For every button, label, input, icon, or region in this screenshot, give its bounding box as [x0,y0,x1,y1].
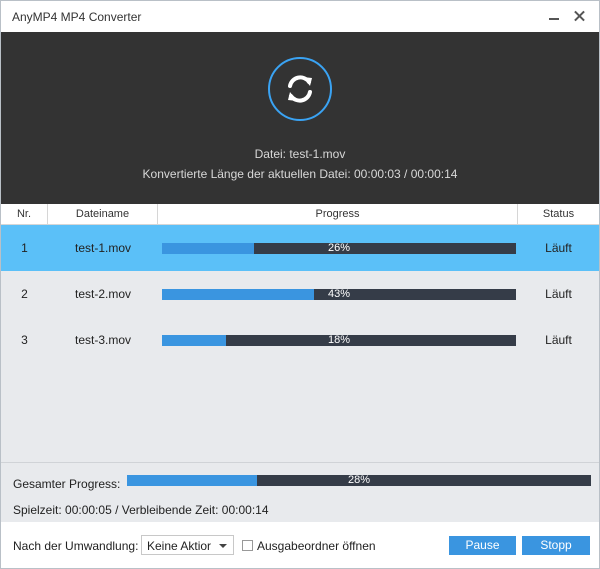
conversion-header: Datei: test-1.mov Konvertierte Länge der… [1,32,599,204]
open-folder-label[interactable]: Ausgabeordner öffnen [257,539,376,553]
row-filename: test-3.mov [74,333,131,347]
total-progress-text: 28% [347,474,371,486]
row-status: Läuft [545,287,572,301]
row-number: 3 [21,333,28,347]
row-progress-text: 18% [327,334,351,346]
row-progress-text: 43% [327,288,351,300]
after-conversion-select[interactable]: Keine Aktior [141,535,234,555]
footer-bar: Nach der Umwandlung: Keine Aktior Ausgab… [1,522,599,568]
row-progress-bar: 18% [162,335,516,346]
column-header-status: Status [542,208,575,220]
current-file-text: Datei: test-1.mov [254,147,346,161]
after-conversion-value: Keine Aktior [147,539,212,553]
table-row[interactable]: 1 test-1.mov 26% Läuft [1,225,599,271]
row-progress-text: 26% [327,242,351,254]
row-filename: test-2.mov [74,287,131,301]
row-status: Läuft [545,241,572,255]
table-row[interactable]: 3 test-3.mov 18% Läuft [1,317,599,363]
total-progress-label: Gesamter Progress: [13,477,121,491]
file-list: 1 test-1.mov 26% Läuft 2 test-2.mov 43% … [1,225,599,462]
row-number: 2 [21,287,28,301]
window-title: AnyMP4 MP4 Converter [12,10,142,24]
converter-window: AnyMP4 MP4 Converter Datei: test-1.mov K… [0,0,600,569]
row-number: 1 [21,241,28,255]
column-header-nr: Nr. [1,204,48,225]
title-bar: AnyMP4 MP4 Converter [1,1,599,32]
converted-length-text: Konvertierte Länge der aktuellen Datei: … [142,167,458,181]
row-filename: test-1.mov [74,241,131,255]
minimize-icon[interactable] [547,9,561,23]
open-folder-checkbox[interactable] [242,540,253,551]
row-status: Läuft [545,333,572,347]
table-header: Nr. Dateiname Progress Status [1,204,599,225]
pause-button[interactable]: Pause [449,536,516,555]
stop-button[interactable]: Stopp [522,536,590,555]
column-header-filename: Dateiname [48,204,158,225]
time-info-text: Spielzeit: 00:00:05 / Verbleibende Zeit:… [13,503,269,517]
total-progress-bar: 28% [127,475,591,486]
row-progress-bar: 43% [162,289,516,300]
total-progress-section: Gesamter Progress: 28% Spielzeit: 00:00:… [1,462,599,522]
table-row[interactable]: 2 test-2.mov 43% Läuft [1,271,599,317]
chevron-down-icon [219,544,227,548]
after-conversion-label: Nach der Umwandlung: [13,539,139,553]
row-progress-bar: 26% [162,243,516,254]
close-icon[interactable] [572,9,586,23]
column-header-progress: Progress [158,204,518,225]
convert-refresh-icon [268,57,332,121]
